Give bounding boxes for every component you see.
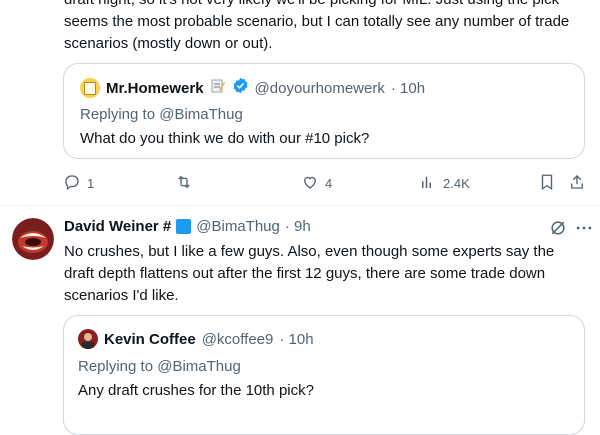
divider [0,205,600,206]
author-name[interactable]: David Weiner # [64,218,171,235]
author-handle[interactable]: @BimaThug [196,218,280,235]
reply-count: 1 [87,176,95,191]
share-icon [568,173,586,194]
avatar [80,78,100,98]
quoted-tweet-1[interactable]: Mr.Homewerk @doyourhomewerk · 10h Replyi… [63,63,585,159]
avatar [78,329,98,349]
views-icon [419,173,437,194]
tweet-1-text: draft night, so it's not very likely we'… [64,0,570,52]
quoted-tweet-text: What do you think we do with our #10 pic… [80,130,370,147]
reply-button[interactable]: 1 [63,173,94,194]
like-count: 4 [325,176,333,191]
quoted-tweet-2-header: Kevin Coffee @kcoffee9 · 10h [78,329,314,349]
replying-to[interactable]: Replying to @BimaThug [78,358,241,375]
reply-icon [63,173,81,194]
quoted-tweet-1-header: Mr.Homewerk @doyourhomewerk · 10h [80,77,425,99]
grok-icon [548,221,568,242]
tweet-1-actions: 1 4 2.4K [63,173,587,195]
blue-square-emoji [176,219,192,234]
retweet-button[interactable] [175,173,199,194]
like-icon [301,173,319,194]
grok-button[interactable] [548,218,568,243]
quoted-author-handle[interactable]: @kcoffee9 [202,331,274,348]
quoted-tweet-2[interactable]: Kevin Coffee @kcoffee9 · 10h Replying to… [63,315,585,435]
quoted-tweet-text: Any draft crushes for the 10th pick? [78,382,314,399]
quoted-author-name: Kevin Coffee [104,330,196,348]
memo-icon [210,78,226,99]
quoted-time[interactable]: · 10h [279,331,313,348]
quoted-time[interactable]: · 10h [391,80,425,97]
quoted-author-handle[interactable]: @doyourhomewerk [255,80,385,97]
bookmark-button[interactable] [538,173,556,194]
tweet-2-header: David Weiner # @BimaThug · 9h [64,218,311,235]
retweet-icon [175,173,193,194]
bookmark-icon [538,173,556,194]
more-button[interactable] [574,218,594,243]
tweet-2-text: No crushes, but I like a few guys. Also,… [64,243,555,304]
verified-badge-icon [232,77,249,99]
views-button[interactable]: 2.4K [419,173,470,194]
replying-to[interactable]: Replying to @BimaThug [80,106,243,123]
avatar[interactable] [12,218,54,260]
tweet-time[interactable]: · 9h [285,218,311,235]
more-icon [574,225,594,242]
like-button[interactable]: 4 [301,173,332,194]
share-button[interactable] [568,173,586,194]
views-count: 2.4K [443,176,470,191]
quoted-author-name: Mr.Homewerk [106,79,204,97]
